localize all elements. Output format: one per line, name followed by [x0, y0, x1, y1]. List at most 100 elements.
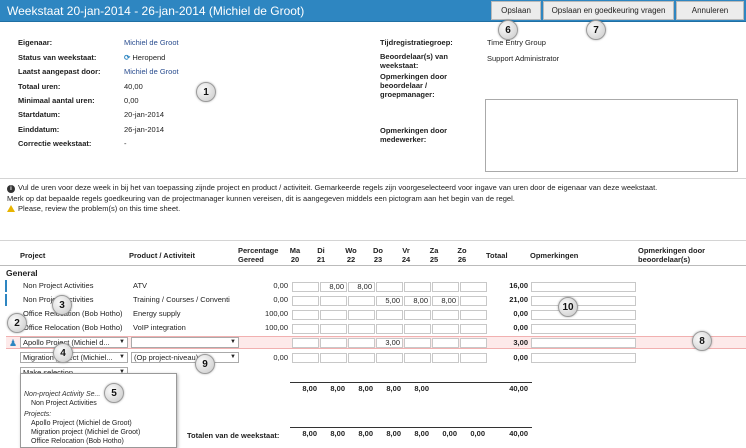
- menu-item[interactable]: Migration project (Michiel de Groot): [31, 428, 140, 437]
- save-and-request-approval-button[interactable]: Opslaan en goedkeuring vragen: [543, 1, 674, 20]
- hour-cell[interactable]: [432, 353, 459, 363]
- project-select[interactable]: Apollo Project (Michiel d... ▼: [20, 337, 128, 348]
- hour-cell[interactable]: [460, 282, 487, 292]
- row-project: Office Relocation (Bob Hotho): [23, 309, 123, 318]
- total-cell: 8,00: [414, 429, 429, 438]
- remarks-input[interactable]: [531, 338, 636, 348]
- group-label: Tijdregistratiegroep:: [380, 38, 453, 47]
- hour-cell[interactable]: [460, 296, 487, 306]
- info-text: i Vul de uren voor deze week in bij het v…: [7, 183, 658, 213]
- col-day-tue: Di 21: [316, 246, 326, 264]
- owner-label: Eigenaar:: [18, 38, 53, 47]
- hour-cell[interactable]: 3,00: [376, 338, 403, 348]
- row-project: Non Project Activities: [23, 281, 94, 290]
- last-modified-value[interactable]: Michiel de Groot: [124, 67, 179, 76]
- remarks-input[interactable]: [531, 296, 636, 306]
- hour-cell[interactable]: [320, 324, 347, 334]
- hour-cell[interactable]: 8,00: [320, 282, 347, 292]
- remarks-input[interactable]: [531, 310, 636, 320]
- subtotal-cell: 8,00: [302, 384, 317, 393]
- status-label: Status van weekstaat:: [18, 53, 97, 62]
- col-day-thu: Do 23: [373, 246, 383, 264]
- hour-cell[interactable]: [348, 353, 375, 363]
- hour-cell[interactable]: [460, 338, 487, 348]
- col-percentage: Percentage Gereed: [238, 246, 279, 264]
- page-title: Weekstaat 20-jan-2014 - 26-jan-2014 (Mic…: [7, 4, 305, 18]
- product-select[interactable]: ▼: [131, 337, 239, 348]
- hour-cell[interactable]: 8,00: [404, 296, 431, 306]
- employee-remarks-textarea[interactable]: [485, 99, 738, 172]
- subtotal-cell: 8,00: [386, 384, 401, 393]
- row-total: 0,00: [513, 323, 528, 332]
- hour-cell[interactable]: [460, 324, 487, 334]
- hour-cell[interactable]: [292, 296, 319, 306]
- hour-cell[interactable]: [404, 324, 431, 334]
- chevron-down-icon: ▼: [119, 339, 125, 345]
- callout-marker: 2: [7, 313, 27, 333]
- hour-cell[interactable]: [292, 282, 319, 292]
- remarks-input[interactable]: [531, 353, 636, 363]
- row-project: Office Relocation (Bob Hotho): [23, 323, 123, 332]
- cancel-button[interactable]: Annuleren: [676, 1, 744, 20]
- menu-group-header: Projects:: [24, 411, 52, 418]
- total-cell: 8,00: [358, 429, 373, 438]
- hour-cell[interactable]: 8,00: [432, 296, 459, 306]
- hour-cell[interactable]: [404, 310, 431, 320]
- menu-item[interactable]: Non Project Activities: [31, 399, 97, 408]
- hour-cell[interactable]: [348, 296, 375, 306]
- hour-cell[interactable]: [376, 353, 403, 363]
- menu-item[interactable]: Apollo Project (Michiel de Groot): [31, 419, 132, 428]
- product-select[interactable]: (Op project-niveau) ▼: [131, 352, 239, 363]
- menu-item[interactable]: Office Relocation (Bob Hotho): [31, 437, 124, 446]
- hour-cell[interactable]: [292, 353, 319, 363]
- project-select[interactable]: Migration project (Michiel...▼: [20, 352, 128, 363]
- hour-cell[interactable]: 5,00: [376, 296, 403, 306]
- owner-value[interactable]: Michiel de Groot: [124, 38, 179, 47]
- callout-marker: 8: [692, 331, 712, 351]
- hour-cell[interactable]: [460, 353, 487, 363]
- hour-cell[interactable]: [348, 324, 375, 334]
- hour-cell[interactable]: [292, 310, 319, 320]
- hour-cell[interactable]: [404, 282, 431, 292]
- callout-marker: 5: [104, 383, 124, 403]
- hour-cell[interactable]: [404, 338, 431, 348]
- hour-cell[interactable]: 8,00: [348, 282, 375, 292]
- hour-cell[interactable]: [320, 310, 347, 320]
- hour-cell[interactable]: [348, 310, 375, 320]
- hour-cell[interactable]: [320, 338, 347, 348]
- col-day-sun: Zo 26: [457, 246, 467, 264]
- row-percentage: 0,00: [273, 295, 288, 304]
- hour-cell[interactable]: [292, 338, 319, 348]
- warning-icon: [7, 205, 15, 212]
- correction-value: -: [124, 139, 127, 148]
- reviewer-label: Beoordelaar(s) van weekstaat:: [380, 52, 448, 70]
- row-total: 3,00: [513, 338, 528, 347]
- hour-cell[interactable]: [404, 353, 431, 363]
- callout-marker: 4: [53, 343, 73, 363]
- subtotal-cell: 8,00: [358, 384, 373, 393]
- grand-total: 40,00: [509, 429, 528, 438]
- end-date-label: Einddatum:: [18, 125, 60, 134]
- hour-cell[interactable]: [292, 324, 319, 334]
- col-reviewer-remarks: Opmerkingen door beoordelaar(s): [638, 246, 706, 264]
- remarks-input[interactable]: [531, 282, 636, 292]
- col-day-fri: Vr 24: [401, 246, 411, 264]
- hour-cell[interactable]: [320, 296, 347, 306]
- total-cell: 0,00: [442, 429, 457, 438]
- row-total: 16,00: [509, 281, 528, 290]
- remarks-input[interactable]: [531, 324, 636, 334]
- hour-cell[interactable]: [432, 324, 459, 334]
- hour-cell[interactable]: [376, 324, 403, 334]
- hour-cell[interactable]: [432, 310, 459, 320]
- hour-cell[interactable]: [432, 338, 459, 348]
- hour-cell[interactable]: [460, 310, 487, 320]
- hour-cell[interactable]: [376, 282, 403, 292]
- chevron-down-icon: ▼: [230, 339, 236, 345]
- employee-remarks-label: Opmerkingen door medewerker:: [380, 126, 448, 144]
- callout-marker: 10: [558, 297, 578, 317]
- hour-cell[interactable]: [320, 353, 347, 363]
- hour-cell[interactable]: [348, 338, 375, 348]
- save-button[interactable]: Opslaan: [491, 1, 541, 20]
- hour-cell[interactable]: [376, 310, 403, 320]
- hour-cell[interactable]: [432, 282, 459, 292]
